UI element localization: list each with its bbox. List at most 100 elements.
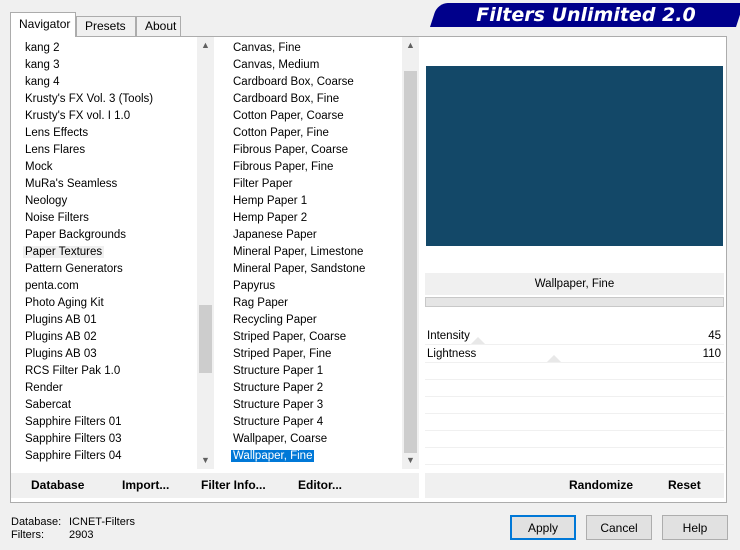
reset-button[interactable]: Reset xyxy=(668,473,701,498)
filter-list-item-label: Cardboard Box, Fine xyxy=(233,93,340,105)
filter-list-item[interactable]: Fibrous Paper, Coarse xyxy=(219,142,401,159)
filter-list-item[interactable]: Structure Paper 2 xyxy=(219,380,401,397)
filter-list-item-label: Cotton Paper, Fine xyxy=(233,127,329,139)
category-list-item-label: kang 4 xyxy=(25,76,60,88)
category-list-item[interactable]: Krusty's FX vol. I 1.0 xyxy=(11,108,196,125)
category-list-item[interactable]: kang 3 xyxy=(11,57,196,74)
category-list-item[interactable]: Plugins AB 03 xyxy=(11,346,196,363)
category-list-item[interactable]: kang 2 xyxy=(11,40,196,57)
filter-list-item[interactable]: Structure Paper 4 xyxy=(219,414,401,431)
filter-list-item[interactable]: Hemp Paper 2 xyxy=(219,210,401,227)
scroll-up-icon[interactable]: ▲ xyxy=(402,37,419,54)
category-list-item[interactable]: Plugins AB 02 xyxy=(11,329,196,346)
category-list-item-label: Lens Effects xyxy=(25,127,89,139)
filter-list-item[interactable]: Cotton Paper, Coarse xyxy=(219,108,401,125)
scroll-down-icon[interactable]: ▼ xyxy=(402,452,419,469)
category-list-item[interactable]: Sabercat xyxy=(11,397,196,414)
category-list-item[interactable]: Plugins AB 01 xyxy=(11,312,196,329)
category-list-item[interactable]: Noise Filters xyxy=(11,210,196,227)
category-list[interactable]: kang 2 kang 3 kang 4 Krusty's FX Vol. 3 (To… xyxy=(11,37,214,469)
filter-list-item[interactable]: Structure Paper 1 xyxy=(219,363,401,380)
intensity-slider-marker[interactable] xyxy=(470,337,485,344)
category-list-item[interactable]: Render xyxy=(11,380,196,397)
filter-list-item-label: Hemp Paper 1 xyxy=(233,195,308,207)
category-list-item-label: Photo Aging Kit xyxy=(25,297,104,309)
filter-info-button[interactable]: Filter Info... xyxy=(201,473,266,498)
lightness-label: Lightness xyxy=(427,348,477,360)
category-scroll-thumb[interactable] xyxy=(199,305,212,373)
apply-button[interactable]: Apply xyxy=(510,515,576,540)
filter-progress-slot xyxy=(425,297,724,307)
category-list-item[interactable]: Photo Aging Kit xyxy=(11,295,196,312)
filter-scrollbar[interactable]: ▲ ▼ xyxy=(402,37,419,469)
category-list-item[interactable]: kang 4 xyxy=(11,74,196,91)
category-list-item-label: Krusty's FX vol. I 1.0 xyxy=(25,110,131,122)
scroll-down-icon[interactable]: ▼ xyxy=(197,452,214,469)
filter-list-item[interactable]: Hemp Paper 1 xyxy=(219,193,401,210)
filter-list-item-label: Filter Paper xyxy=(233,178,293,190)
database-status-label: Database: xyxy=(11,516,62,528)
filter-list-item[interactable]: Striped Paper, Fine xyxy=(219,346,401,363)
filter-list-item[interactable]: Mineral Paper, Sandstone xyxy=(219,261,401,278)
category-list-item[interactable]: MuRa's Seamless xyxy=(11,176,196,193)
filter-list-item[interactable]: Wallpaper, Coarse xyxy=(219,431,401,448)
category-list-item[interactable]: Neology xyxy=(11,193,196,210)
filter-list-item-label: Structure Paper 3 xyxy=(233,399,324,411)
category-list-item-label: Sabercat xyxy=(25,399,72,411)
category-list-item[interactable]: Sapphire Filters 03 xyxy=(11,431,196,448)
category-list-item[interactable]: Mock xyxy=(11,159,196,176)
filter-list-item[interactable]: Cardboard Box, Coarse xyxy=(219,74,401,91)
lightness-slider-marker[interactable] xyxy=(546,355,561,362)
filter-list-item[interactable]: Cardboard Box, Fine xyxy=(219,91,401,108)
category-list-item[interactable]: Paper Textures xyxy=(11,244,196,261)
filter-list-item[interactable]: Fibrous Paper, Fine xyxy=(219,159,401,176)
category-list-item[interactable]: Sapphire Filters 04 xyxy=(11,448,196,465)
filter-list-item-label: Striped Paper, Coarse xyxy=(233,331,347,343)
import-button[interactable]: Import... xyxy=(122,473,169,498)
filter-list-item-label: Mineral Paper, Sandstone xyxy=(233,263,366,275)
filter-list-item[interactable]: Structure Paper 3 xyxy=(219,397,401,414)
filter-list-item[interactable]: Cotton Paper, Fine xyxy=(219,125,401,142)
filter-list-item-label: Mineral Paper, Limestone xyxy=(233,246,364,258)
intensity-slider[interactable]: Intensity 45 xyxy=(425,328,724,345)
category-list-item[interactable]: Lens Flares xyxy=(11,142,196,159)
category-list-item[interactable]: Lens Effects xyxy=(11,125,196,142)
help-button[interactable]: Help xyxy=(662,515,728,540)
filter-list-item[interactable]: Canvas, Fine xyxy=(219,40,401,57)
category-list-item-label: Plugins AB 01 xyxy=(25,314,97,326)
filter-list-item[interactable]: Japanese Paper xyxy=(219,227,401,244)
category-list-item[interactable]: penta.com xyxy=(11,278,196,295)
category-list-item[interactable]: Sapphire Filters 01 xyxy=(11,414,196,431)
lightness-slider[interactable]: Lightness 110 xyxy=(425,346,724,363)
filter-list-item[interactable]: Papyrus xyxy=(219,278,401,295)
tab-navigator[interactable]: Navigator xyxy=(10,12,76,37)
tab-presets[interactable]: Presets xyxy=(76,16,136,36)
category-list-item-label: Sapphire Filters 04 xyxy=(25,450,122,462)
cancel-button[interactable]: Cancel xyxy=(586,515,652,540)
filter-list-item[interactable]: Mineral Paper, Limestone xyxy=(219,244,401,261)
category-list-item[interactable]: Paper Backgrounds xyxy=(11,227,196,244)
filter-list-item[interactable]: Striped Paper, Coarse xyxy=(219,329,401,346)
filter-list-item[interactable]: Filter Paper xyxy=(219,176,401,193)
filter-scroll-thumb[interactable] xyxy=(404,71,417,453)
filter-list[interactable]: Canvas, Fine Canvas, Medium Cardboard Box,… xyxy=(219,37,419,469)
editor-button[interactable]: Editor... xyxy=(298,473,342,498)
filter-list-item[interactable]: Canvas, Medium xyxy=(219,57,401,74)
category-scrollbar[interactable]: ▲ ▼ xyxy=(197,37,214,469)
category-list-item-label: Sapphire Filters 03 xyxy=(25,433,122,445)
lightness-value: 110 xyxy=(702,348,721,360)
filter-list-item[interactable]: Rag Paper xyxy=(219,295,401,312)
tab-about[interactable]: About xyxy=(136,16,181,36)
scroll-up-icon[interactable]: ▲ xyxy=(197,37,214,54)
empty-control-row xyxy=(425,398,724,414)
filter-list-item[interactable]: Wallpaper, Fine xyxy=(219,448,401,465)
category-list-item[interactable]: Pattern Generators xyxy=(11,261,196,278)
category-list-item[interactable]: Krusty's FX Vol. 3 (Tools) xyxy=(11,91,196,108)
database-button[interactable]: Database xyxy=(31,473,84,498)
empty-control-row xyxy=(425,381,724,397)
filter-list-item[interactable]: Recycling Paper xyxy=(219,312,401,329)
category-list-item[interactable]: RCS Filter Pak 1.0 xyxy=(11,363,196,380)
category-list-item-label: Pattern Generators xyxy=(25,263,123,275)
app-title: Filters Unlimited 2.0 xyxy=(476,4,696,26)
randomize-button[interactable]: Randomize xyxy=(569,473,633,498)
